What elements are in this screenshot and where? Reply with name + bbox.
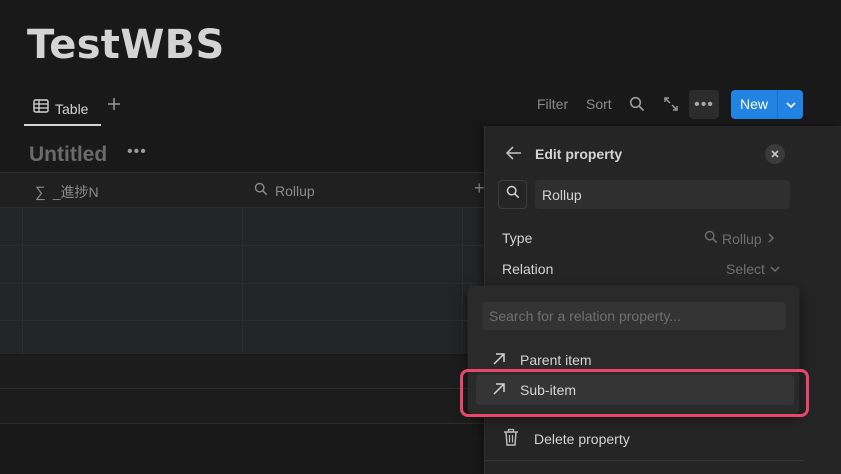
- trash-icon: [502, 428, 520, 450]
- add-view-icon[interactable]: [106, 93, 124, 115]
- database-options-icon[interactable]: •••: [127, 143, 147, 161]
- add-column-icon[interactable]: +: [474, 178, 485, 199]
- search-icon: [254, 182, 268, 199]
- table-row: [0, 355, 484, 389]
- search-icon[interactable]: [628, 95, 646, 113]
- relation-search-input[interactable]: [482, 302, 786, 330]
- tab-table-view[interactable]: Table: [24, 93, 101, 126]
- expand-icon[interactable]: [662, 95, 680, 113]
- sort-button[interactable]: Sort: [586, 96, 612, 112]
- relation-selector[interactable]: Select: [726, 261, 781, 277]
- chevron-right-icon: [766, 231, 776, 247]
- relation-value: Select: [726, 261, 765, 277]
- column-header-rollup[interactable]: Rollup: [254, 182, 315, 199]
- chevron-down-icon[interactable]: [778, 90, 803, 119]
- dropdown-item-label: Parent item: [520, 352, 592, 368]
- search-icon: [704, 230, 718, 247]
- column-label: Rollup: [275, 182, 315, 199]
- new-button[interactable]: New: [731, 90, 803, 119]
- table-header: ∑ _進捗N Rollup +: [0, 172, 485, 208]
- type-selector[interactable]: Rollup: [704, 230, 776, 247]
- property-icon-picker[interactable]: [498, 180, 527, 209]
- column-header-progress[interactable]: ∑ _進捗N: [35, 182, 99, 202]
- database-title[interactable]: Untitled: [29, 143, 107, 167]
- close-icon[interactable]: [765, 144, 785, 164]
- arrow-up-right-icon: [492, 352, 506, 369]
- column-label: _進捗N: [52, 184, 99, 200]
- dropdown-item-label: Sub-item: [520, 382, 577, 398]
- more-options-icon[interactable]: •••: [689, 90, 719, 119]
- page-title: TestWBS: [27, 22, 225, 68]
- type-value: Rollup: [722, 230, 762, 247]
- chevron-down-icon: [769, 261, 781, 277]
- table-icon: [33, 99, 49, 118]
- delete-property-label: Delete property: [534, 431, 630, 447]
- sigma-icon: ∑: [35, 183, 46, 201]
- relation-label: Relation: [502, 261, 554, 277]
- search-icon: [506, 185, 520, 204]
- type-label: Type: [502, 230, 533, 246]
- back-arrow-icon[interactable]: [505, 145, 523, 166]
- arrow-up-right-icon: [492, 382, 506, 399]
- property-name-input[interactable]: [535, 180, 790, 209]
- filter-button[interactable]: Filter: [537, 96, 568, 112]
- delete-property-button[interactable]: Delete property: [502, 428, 630, 450]
- new-button-label: New: [739, 96, 768, 112]
- dropdown-item-parent[interactable]: Parent item: [476, 345, 794, 375]
- tab-table-label: Table: [55, 100, 89, 117]
- table-row: [0, 390, 484, 424]
- dropdown-item-sub-item[interactable]: Sub-item: [476, 375, 794, 405]
- panel-title: Edit property: [535, 146, 623, 162]
